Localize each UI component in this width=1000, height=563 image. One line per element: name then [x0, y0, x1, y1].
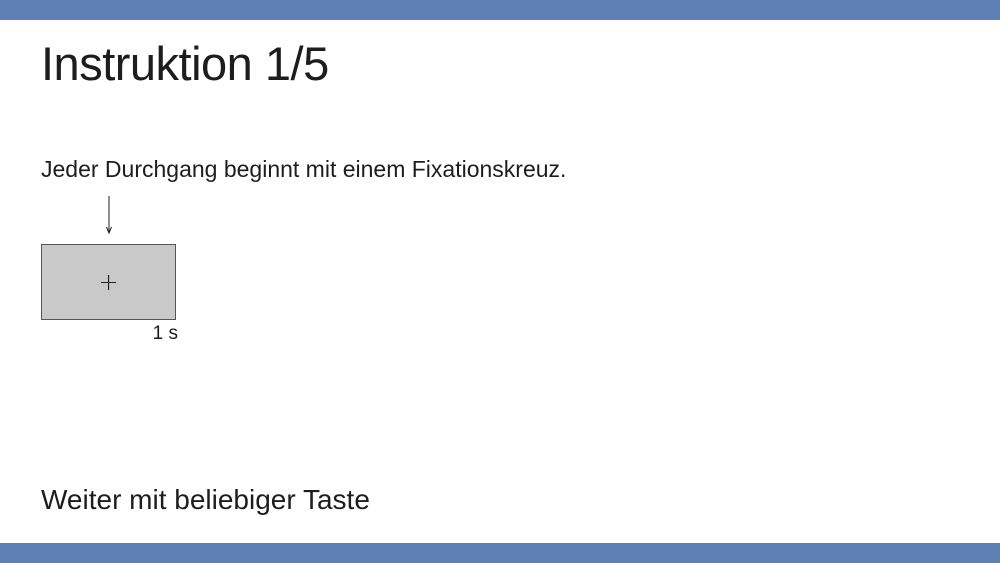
down-arrow-icon: [106, 196, 112, 234]
bottom-bar: [0, 543, 1000, 563]
instruction-text: Jeder Durchgang beginnt mit einem Fixati…: [41, 156, 567, 182]
top-bar: [0, 0, 1000, 20]
page-title: Instruktion 1/5: [41, 37, 329, 90]
fixation-stimulus-box: +: [41, 244, 176, 320]
continue-prompt: Weiter mit beliebiger Taste: [41, 484, 370, 515]
fixation-cross: +: [98, 268, 119, 296]
duration-label: 1 s: [152, 323, 178, 344]
